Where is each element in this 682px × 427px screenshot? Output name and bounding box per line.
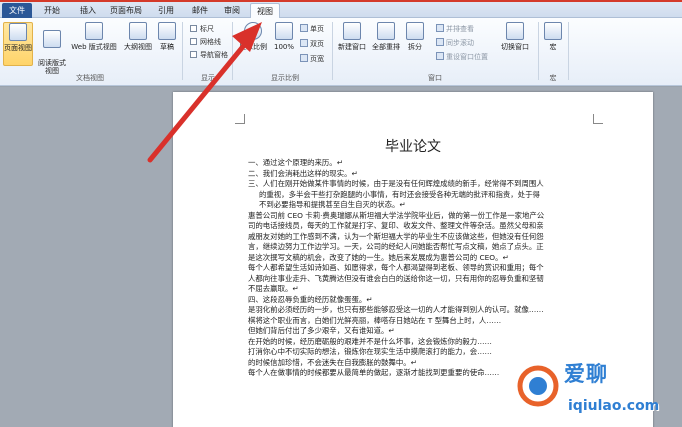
annotation-arrow-shaft [147,35,253,163]
annotation-arrow-head [232,22,262,52]
watermark-logo-icon [517,365,559,407]
watermark: 爱聊 iqiulao.com [516,352,682,427]
watermark-url: iqiulao.com [568,398,660,414]
watermark-chinese: 爱聊 [564,362,608,386]
